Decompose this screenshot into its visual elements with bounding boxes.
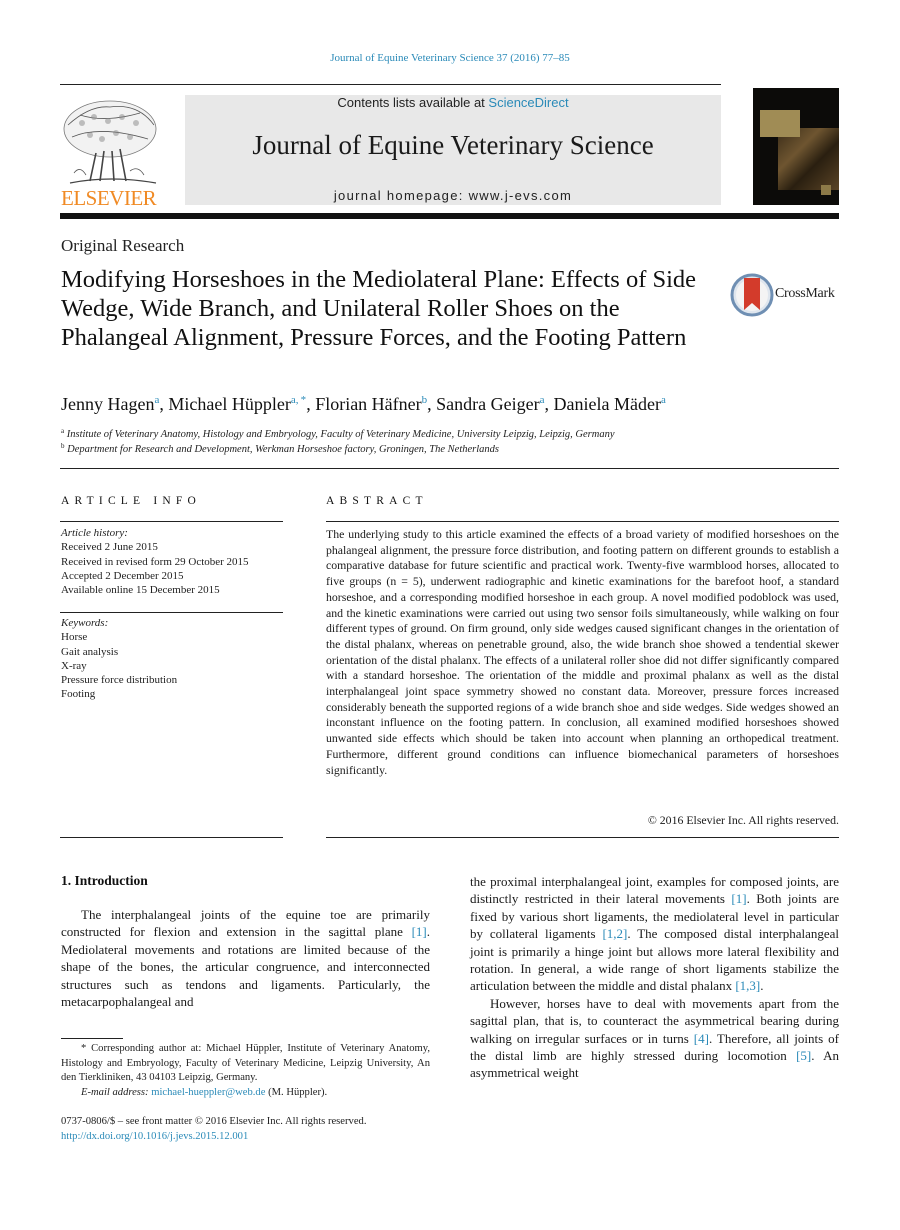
body-column-left: The interphalangeal joints of the equine… [61, 906, 430, 1010]
keyword: Horse [61, 631, 88, 644]
corresponding-author-footnote: * Corresponding author at: Michael Hüppl… [61, 1042, 430, 1100]
body-paragraph: the proximal interphalangeal joint, exam… [470, 873, 839, 995]
author-affiliation-marker[interactable]: a [540, 394, 545, 406]
homepage-prefix: journal homepage: [333, 188, 469, 203]
history-entry: Available online 15 December 2015 [61, 584, 220, 597]
homepage-url-link[interactable]: www.j-evs.com [469, 188, 573, 203]
corresponding-author-text: * Corresponding author at: Michael Hüppl… [61, 1043, 430, 1083]
citation-link[interactable]: [5] [796, 1048, 811, 1063]
article-title: Modifying Horseshoes in the Mediolateral… [61, 266, 697, 351]
contents-prefix: Contents lists available at [337, 95, 489, 110]
author[interactable]: Daniela Mäder [554, 394, 661, 414]
keyword: Pressure force distribution [61, 674, 178, 687]
body-paragraph: The interphalangeal joints of the equine… [61, 906, 430, 1010]
cover-title-box [760, 110, 800, 137]
keywords-label: Keywords: [61, 617, 109, 629]
citation-link[interactable]: [1] [731, 891, 746, 906]
abstract-text: The underlying study to this article exa… [326, 527, 839, 777]
body-text: . [760, 978, 764, 994]
masthead-thick-rule [60, 213, 839, 219]
history-entry: Accepted 2 December 2015 [61, 569, 184, 582]
body-paragraph: However, horses have to deal with moveme… [470, 995, 839, 1082]
abstract-heading: ABSTRACT [326, 495, 428, 507]
history-entry: Received 2 June 2015 [61, 541, 158, 554]
article-info-rule [60, 521, 283, 522]
email-suffix: (M. Hüppler). [265, 1086, 328, 1098]
footnote-rule [61, 1038, 123, 1039]
article-info-heading: ARTICLE INFO [61, 495, 201, 507]
history-entry: Received in revised form 29 October 2015 [61, 555, 249, 568]
journal-homepage-line: journal homepage: www.j-evs.com [185, 188, 721, 203]
crossmark-label[interactable]: CrossMark [775, 286, 835, 302]
cover-publisher-logo-icon [821, 185, 831, 195]
email-label: E-mail address: [81, 1086, 149, 1098]
affiliation-text: Institute of Veterinary Anatomy, Histolo… [66, 429, 615, 440]
abstract-rule [326, 521, 839, 522]
keyword: X-ray [61, 659, 87, 672]
article-info-rule [60, 612, 283, 613]
affiliation: b Department for Research and Developmen… [61, 442, 499, 455]
keyword: Gait analysis [61, 645, 119, 658]
body-column-right: the proximal interphalangeal joint, exam… [470, 873, 839, 1082]
citation-link[interactable]: [4] [694, 1031, 709, 1046]
affiliation-key: b [61, 442, 65, 450]
affiliation-rule [60, 468, 839, 469]
email-link[interactable]: michael-hueppler@web.de [151, 1087, 265, 1098]
running-head-citation[interactable]: Journal of Equine Veterinary Science 37 … [0, 52, 900, 64]
author[interactable]: Michael Hüppler [168, 394, 290, 414]
abstract-rule [326, 837, 839, 838]
sciencedirect-link[interactable]: ScienceDirect [488, 95, 568, 110]
introduction-heading: 1. Introduction [61, 873, 148, 888]
front-matter: 0737-0806/$ – see front matter © 2016 El… [61, 1115, 430, 1144]
keyword: Footing [61, 688, 96, 701]
citation-link[interactable]: [1,3] [735, 978, 760, 993]
journal-title: Journal of Equine Veterinary Science [252, 130, 654, 160]
author-affiliation-marker[interactable]: a [661, 394, 666, 406]
citation-link[interactable]: [1] [412, 924, 427, 939]
author-list: Jenny Hagena, Michael Hüpplera, *, Flori… [61, 394, 666, 414]
affiliation-text: Department for Research and Development,… [67, 444, 500, 455]
article-info-rule [60, 837, 283, 838]
author-affiliation-marker[interactable]: a [154, 394, 159, 406]
author[interactable]: Jenny Hagen [61, 394, 154, 414]
author-affiliation-marker[interactable]: b [422, 394, 428, 406]
issn-line: 0737-0806/$ – see front matter © 2016 El… [61, 1116, 367, 1127]
article-type: Original Research [61, 236, 185, 255]
affiliation-key: a [61, 427, 65, 435]
elsevier-wordmark: ELSEVIER [61, 186, 157, 210]
author[interactable]: Sandra Geiger [436, 394, 539, 414]
keywords: Keywords: Horse Gait analysis X-ray Pres… [61, 616, 177, 702]
citation-link[interactable]: [1,2] [602, 926, 627, 941]
contents-availability-line: Contents lists available at ScienceDirec… [185, 95, 721, 110]
body-text: The interphalangeal joints of the equine… [61, 907, 430, 940]
article-history-label: Article history: [61, 527, 128, 539]
header-rule [60, 84, 721, 85]
journal-cover-thumbnail[interactable] [753, 88, 839, 205]
cover-image [778, 128, 839, 190]
article-history: Article history: Received 2 June 2015 Re… [61, 526, 249, 597]
abstract-copyright: © 2016 Elsevier Inc. All rights reserved… [647, 813, 839, 827]
affiliation: a Institute of Veterinary Anatomy, Histo… [61, 427, 615, 440]
doi-link[interactable]: http://dx.doi.org/10.1016/j.jevs.2015.12… [61, 1130, 430, 1145]
author-affiliation-marker[interactable]: a, * [291, 394, 306, 406]
author[interactable]: Florian Häfner [315, 394, 421, 414]
